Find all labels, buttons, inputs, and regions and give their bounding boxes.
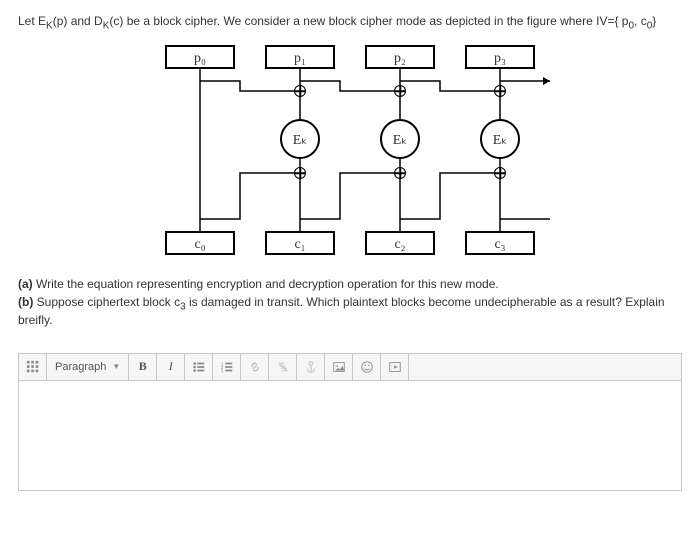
paragraph-style-label: Paragraph bbox=[55, 361, 106, 373]
toolbar-grid-button[interactable] bbox=[19, 354, 47, 380]
intro-mid1: (p) and D bbox=[53, 14, 103, 28]
intro-mid3: , c bbox=[634, 14, 647, 28]
unlink-icon bbox=[276, 360, 290, 374]
bullet-list-button[interactable] bbox=[185, 354, 213, 380]
anchor-icon bbox=[304, 360, 318, 374]
numbered-list-icon: 123 bbox=[220, 360, 234, 374]
unlink-button[interactable] bbox=[269, 354, 297, 380]
link-icon bbox=[248, 360, 262, 374]
block-c3: c₃ bbox=[465, 231, 535, 255]
emoji-button[interactable] bbox=[353, 354, 381, 380]
bold-button[interactable]: B bbox=[129, 354, 157, 380]
image-button[interactable] bbox=[325, 354, 353, 380]
italic-icon: I bbox=[169, 359, 173, 374]
emoji-icon bbox=[360, 360, 374, 374]
numbered-list-button[interactable]: 123 bbox=[213, 354, 241, 380]
block-p3: p₃ bbox=[465, 45, 535, 69]
question-b-label: (b) bbox=[18, 295, 33, 309]
svg-text:3: 3 bbox=[221, 368, 224, 373]
intro-sub1: K bbox=[46, 20, 53, 31]
italic-button[interactable]: I bbox=[157, 354, 185, 380]
chevron-down-icon: ▼ bbox=[112, 362, 120, 371]
question-b-text-pre: Suppose ciphertext block c bbox=[33, 295, 180, 309]
intro-pre: Let E bbox=[18, 14, 46, 28]
embed-icon bbox=[388, 360, 402, 374]
block-c0: c₀ bbox=[165, 231, 235, 255]
answer-editor[interactable] bbox=[18, 381, 682, 491]
paragraph-style-select[interactable]: Paragraph ▼ bbox=[47, 354, 129, 380]
bullet-list-icon bbox=[192, 360, 206, 374]
questions-block: (a) Write the equation representing encr… bbox=[18, 277, 682, 326]
intro-mid2: (c) be a block cipher. We consider a new… bbox=[109, 14, 628, 28]
grid-icon bbox=[26, 360, 40, 374]
question-b: (b) Suppose ciphertext block c3 is damag… bbox=[18, 295, 682, 326]
question-a-label: (a) bbox=[18, 277, 33, 291]
anchor-button[interactable] bbox=[297, 354, 325, 380]
link-button[interactable] bbox=[241, 354, 269, 380]
cipher-diagram: p₀ p₁ p₂ p₃ Eₖ Eₖ Eₖ c₀ c₁ c₂ c₃ bbox=[135, 41, 565, 261]
editor-toolbar: Paragraph ▼ B I 123 bbox=[18, 353, 682, 381]
block-c1: c₁ bbox=[265, 231, 335, 255]
bold-icon: B bbox=[139, 359, 147, 374]
embed-button[interactable] bbox=[381, 354, 409, 380]
block-p2: p₂ bbox=[365, 45, 435, 69]
intro-end: } bbox=[652, 14, 656, 28]
question-a: (a) Write the equation representing encr… bbox=[18, 277, 682, 291]
problem-intro: Let EK(p) and DK(c) be a block cipher. W… bbox=[18, 14, 682, 31]
image-icon bbox=[332, 360, 346, 374]
block-c2: c₂ bbox=[365, 231, 435, 255]
block-p1: p₁ bbox=[265, 45, 335, 69]
question-a-text: Write the equation representing encrypti… bbox=[33, 277, 499, 291]
block-p0: p₀ bbox=[165, 45, 235, 69]
